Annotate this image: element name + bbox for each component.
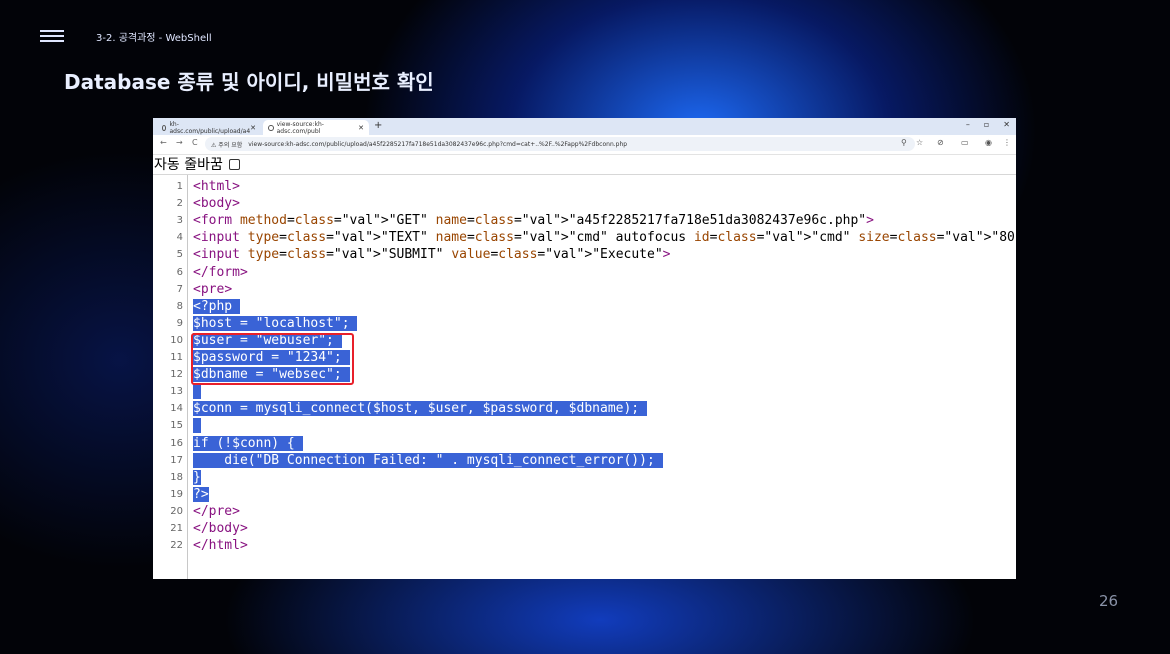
source-text: if (!$conn) { bbox=[193, 435, 303, 451]
line-number: 4 bbox=[176, 232, 183, 244]
tab-bar: kh-adsc.com/public/upload/a4 ✕ view-sour… bbox=[153, 118, 1016, 135]
source-text: die("DB Connection Failed: " . mysqli_co… bbox=[193, 452, 663, 468]
line-number: 13 bbox=[170, 386, 183, 398]
source-text: </pre> bbox=[193, 503, 240, 519]
line-number: 21 bbox=[170, 523, 183, 534]
line-number: 17 bbox=[170, 454, 183, 466]
security-warning-badge[interactable]: ⚠ 주의 요함 bbox=[211, 140, 242, 149]
line-number: 9 bbox=[176, 317, 183, 329]
source-text: $conn = mysqli_connect($host, $user, $pa… bbox=[193, 401, 647, 417]
line-number: 18 bbox=[170, 471, 183, 483]
new-tab-button[interactable]: + bbox=[374, 120, 382, 131]
page-number: 26 bbox=[1099, 592, 1119, 610]
sidebar-icon[interactable]: ▭ bbox=[961, 138, 969, 147]
line-number: 8 bbox=[176, 300, 183, 312]
source-text bbox=[193, 417, 201, 434]
breadcrumb: 3-2. 공격과정 - WebShell bbox=[96, 33, 212, 44]
source-text: <form method=class="val">"GET" name=clas… bbox=[193, 213, 874, 229]
source-text: <html> bbox=[193, 179, 240, 194]
reload-button[interactable]: C bbox=[192, 138, 198, 147]
line-number: 7 bbox=[176, 283, 183, 295]
globe-icon bbox=[268, 124, 274, 131]
source-text: <input type=class="val">"TEXT" name=clas… bbox=[193, 230, 1016, 246]
tab-upload[interactable]: kh-adsc.com/public/upload/a4 ✕ bbox=[157, 120, 261, 135]
line-wrap-option: 자동 줄바꿈 bbox=[153, 155, 1016, 175]
close-button[interactable]: ✕ bbox=[1003, 120, 1010, 129]
menu-kebab-icon[interactable]: ⋮ bbox=[1003, 138, 1011, 147]
extensions-icon[interactable]: ⊘ bbox=[937, 138, 944, 147]
url-text: view-source:kh-adsc.com/public/upload/a4… bbox=[248, 140, 628, 148]
line-number: 16 bbox=[170, 437, 183, 449]
source-text bbox=[193, 383, 201, 400]
line-number: 15 bbox=[170, 420, 183, 432]
source-text: </form> bbox=[193, 264, 248, 280]
minimize-button[interactable]: – bbox=[966, 120, 970, 129]
tab-label: kh-adsc.com/public/upload/a4 bbox=[169, 120, 251, 135]
tab-view-source[interactable]: view-source:kh-adsc.com/publ ✕ bbox=[263, 120, 369, 135]
zoom-icon[interactable]: ⚲ bbox=[901, 138, 907, 147]
source-text: } bbox=[193, 469, 201, 485]
line-number: 14 bbox=[170, 403, 183, 415]
back-button[interactable]: ← bbox=[160, 138, 167, 147]
source-text: </body> bbox=[193, 521, 248, 536]
forward-button[interactable]: → bbox=[176, 138, 183, 147]
line-number: 2 bbox=[176, 198, 183, 210]
tab-close-icon[interactable]: ✕ bbox=[358, 124, 364, 132]
line-number: 12 bbox=[170, 369, 183, 381]
source-text: ?> bbox=[193, 486, 209, 502]
line-number: 5 bbox=[176, 249, 183, 261]
tab-label: view-source:kh-adsc.com/publ bbox=[276, 120, 324, 135]
source-text: <input type=class="val">"SUBMIT" value=c… bbox=[193, 247, 671, 263]
source-text: <?php bbox=[193, 298, 240, 314]
slide-title: Database 종류 및 아이디, 비밀번호 확인 bbox=[64, 70, 434, 94]
menu-icon[interactable] bbox=[40, 30, 64, 42]
line-wrap-checkbox[interactable] bbox=[229, 159, 241, 170]
line-number: 10 bbox=[170, 334, 183, 346]
bookmark-star-icon[interactable]: ☆ bbox=[916, 138, 923, 147]
restore-button[interactable]: ▫ bbox=[984, 120, 989, 129]
address-bar-row: ← → C ⚠ 주의 요함 view-source:kh-adsc.com/pu… bbox=[153, 135, 1016, 155]
line-number: 19 bbox=[170, 488, 183, 500]
source-text: <pre> bbox=[193, 281, 233, 297]
tab-close-icon[interactable]: ✕ bbox=[250, 124, 256, 132]
source-text: </html> bbox=[193, 538, 248, 554]
globe-icon bbox=[162, 124, 167, 131]
credentials-highlight-box bbox=[191, 333, 354, 385]
source-text: $host = "localhost"; bbox=[193, 315, 358, 331]
line-number: 1 bbox=[176, 181, 183, 192]
line-number: 6 bbox=[176, 266, 183, 278]
line-number: 22 bbox=[170, 540, 183, 552]
window-controls: – ▫ ✕ bbox=[966, 120, 1010, 129]
source-text: <body> bbox=[193, 196, 240, 212]
line-number: 20 bbox=[170, 505, 183, 517]
profile-icon[interactable]: ◉ bbox=[985, 138, 992, 147]
line-number: 3 bbox=[176, 215, 183, 227]
line-number: 11 bbox=[170, 352, 183, 363]
line-wrap-label: 자동 줄바꿈 bbox=[154, 157, 223, 173]
url-field[interactable]: ⚠ 주의 요함 view-source:kh-adsc.com/public/u… bbox=[205, 137, 915, 151]
